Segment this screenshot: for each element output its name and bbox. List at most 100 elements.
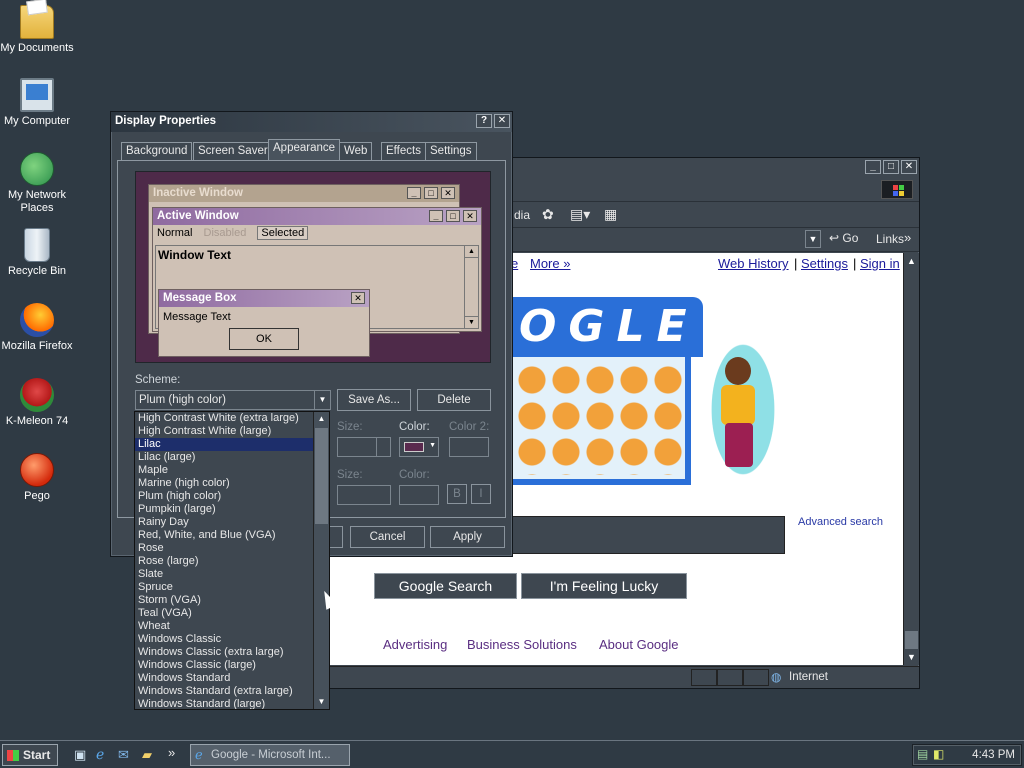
- scheme-list-item[interactable]: Lilac: [135, 438, 329, 451]
- scheme-list-item[interactable]: Pumpkin (large): [135, 503, 329, 516]
- scheme-list-item[interactable]: Windows Classic: [135, 633, 329, 646]
- kmeleon-icon: [20, 378, 54, 412]
- color-picker[interactable]: ▼: [399, 437, 439, 457]
- scheme-list-item[interactable]: Lilac (large): [135, 451, 329, 464]
- scheme-list-item[interactable]: High Contrast White (large): [135, 425, 329, 438]
- scheme-list-item[interactable]: Rose: [135, 542, 329, 555]
- scheme-list-item[interactable]: Plum (high color): [135, 490, 329, 503]
- outlook-icon[interactable]: ✉: [118, 747, 129, 763]
- web-history-link[interactable]: Web History: [718, 256, 789, 271]
- scheme-list-item[interactable]: Windows Classic (extra large): [135, 646, 329, 659]
- desktop-icon-recycle-bin[interactable]: Recycle Bin: [0, 228, 74, 278]
- scheme-list-item[interactable]: Windows Standard (large): [135, 698, 329, 709]
- links-label[interactable]: Links: [876, 232, 904, 246]
- advertising-link[interactable]: Advertising: [383, 637, 447, 652]
- dialog-title: Display Properties: [115, 115, 216, 127]
- print-icon[interactable]: ▦: [604, 206, 617, 223]
- sign-in-link[interactable]: Sign in: [860, 256, 900, 271]
- desktop-icon-pego[interactable]: Pego: [0, 453, 74, 503]
- scheme-list-item[interactable]: Maple: [135, 464, 329, 477]
- save-as-button[interactable]: Save As...: [337, 389, 411, 411]
- font-color-picker[interactable]: [399, 485, 439, 505]
- scheme-list-item[interactable]: Teal (VGA): [135, 607, 329, 620]
- network-icon: [20, 152, 54, 186]
- tab-effects[interactable]: Effects: [381, 142, 426, 160]
- close-button[interactable]: ✕: [901, 160, 917, 174]
- bold-button[interactable]: B: [447, 484, 467, 504]
- desktop-icon-kmeleon[interactable]: K-Meleon 74: [0, 378, 74, 428]
- links-chevron-icon[interactable]: »: [904, 230, 911, 245]
- italic-button[interactable]: I: [471, 484, 491, 504]
- scheme-list-item[interactable]: Red, White, and Blue (VGA): [135, 529, 329, 542]
- scheme-list-item[interactable]: Rose (large): [135, 555, 329, 568]
- scheme-list-item[interactable]: Windows Standard: [135, 672, 329, 685]
- desktop-icon-my-computer[interactable]: My Computer: [0, 78, 74, 128]
- scheme-select[interactable]: Plum (high color) ▼: [135, 390, 331, 410]
- tab-web[interactable]: Web: [339, 142, 373, 160]
- explorer-icon[interactable]: ▰: [142, 747, 152, 763]
- scheme-list-item[interactable]: High Contrast White (extra large): [135, 412, 329, 425]
- ie-scrollbar[interactable]: ▲ ▼: [903, 253, 919, 665]
- scroll-up-arrow[interactable]: ▲: [904, 253, 919, 269]
- close-icon: ✕: [463, 210, 477, 222]
- volume-tray-icon[interactable]: ◧: [933, 747, 944, 761]
- scheme-list-item[interactable]: Storm (VGA): [135, 594, 329, 607]
- desktop-icon-network-places[interactable]: My Network Places: [0, 152, 74, 215]
- scroll-thumb[interactable]: [905, 631, 918, 649]
- cancel-button[interactable]: Cancel: [350, 526, 425, 548]
- scroll-down-arrow[interactable]: ▼: [314, 695, 329, 709]
- tab-screen-saver[interactable]: Screen Saver: [193, 142, 273, 160]
- tab-settings[interactable]: Settings: [425, 142, 477, 160]
- network-tray-icon[interactable]: ▤: [917, 747, 928, 761]
- go-button[interactable]: ↩ Go: [829, 231, 858, 245]
- list-scrollbar[interactable]: ▲ ▼: [313, 412, 329, 709]
- desktop-icon-label: Pego: [24, 490, 50, 502]
- feeling-lucky-button[interactable]: I'm Feeling Lucky: [521, 573, 687, 599]
- scheme-list-item[interactable]: Spruce: [135, 581, 329, 594]
- ie-icon[interactable]: ℯ: [96, 746, 104, 763]
- business-solutions-link[interactable]: Business Solutions: [467, 637, 577, 652]
- scheme-list-item[interactable]: Marine (high color): [135, 477, 329, 490]
- settings-link[interactable]: Settings: [801, 256, 848, 271]
- maximize-button[interactable]: □: [883, 160, 899, 174]
- font-size-select[interactable]: [337, 485, 391, 505]
- advanced-search-link[interactable]: Advanced search: [798, 516, 883, 528]
- scroll-thumb[interactable]: [315, 428, 328, 524]
- about-google-link[interactable]: About Google: [599, 637, 679, 652]
- clock[interactable]: 4:43 PM: [972, 749, 1015, 761]
- minimize-button[interactable]: _: [865, 160, 881, 174]
- dialog-titlebar[interactable]: Display Properties ? ✕: [111, 112, 512, 132]
- media-label[interactable]: dia: [514, 208, 530, 222]
- scheme-dropdown-list[interactable]: High Contrast White (extra large) High Co…: [134, 411, 330, 710]
- apply-button[interactable]: Apply: [430, 526, 505, 548]
- separator: |: [853, 256, 857, 271]
- size-spinner[interactable]: [337, 437, 391, 457]
- scheme-list-item[interactable]: Slate: [135, 568, 329, 581]
- google-search-button[interactable]: Google Search: [374, 573, 517, 599]
- taskbar-task-ie[interactable]: ℯ Google - Microsoft Int...: [190, 744, 350, 766]
- close-button[interactable]: ✕: [494, 114, 510, 128]
- scheme-list-item[interactable]: Wheat: [135, 620, 329, 633]
- scheme-list-item[interactable]: Windows Standard (extra large): [135, 685, 329, 698]
- scroll-up-arrow[interactable]: ▲: [314, 412, 329, 426]
- more-link[interactable]: More »: [530, 256, 570, 271]
- show-desktop-icon[interactable]: ▣: [74, 747, 86, 763]
- scheme-list-item[interactable]: Rainy Day: [135, 516, 329, 529]
- scheme-items: High Contrast White (extra large) High Co…: [135, 412, 329, 709]
- start-button[interactable]: Start: [2, 744, 58, 766]
- tab-appearance[interactable]: Appearance: [268, 139, 341, 161]
- desktop-icon-my-documents[interactable]: My Documents: [0, 5, 74, 55]
- delete-button[interactable]: Delete: [417, 389, 491, 411]
- tools-icon[interactable]: ✿: [542, 206, 554, 223]
- scroll-down-arrow[interactable]: ▼: [904, 649, 919, 665]
- quick-launch-chevron-icon[interactable]: »: [168, 745, 175, 760]
- color2-picker[interactable]: [449, 437, 489, 457]
- address-dropdown-arrow[interactable]: ▼: [805, 230, 821, 248]
- desktop-icon-firefox[interactable]: Mozilla Firefox: [0, 303, 74, 353]
- color2-label: Color 2:: [449, 421, 490, 433]
- edit-icon[interactable]: ▤▾: [570, 206, 590, 223]
- tab-background[interactable]: Background: [121, 142, 193, 160]
- help-button[interactable]: ?: [476, 114, 492, 128]
- scheme-list-item[interactable]: Windows Classic (large): [135, 659, 329, 672]
- google-doodle[interactable]: OGLE: [513, 297, 785, 493]
